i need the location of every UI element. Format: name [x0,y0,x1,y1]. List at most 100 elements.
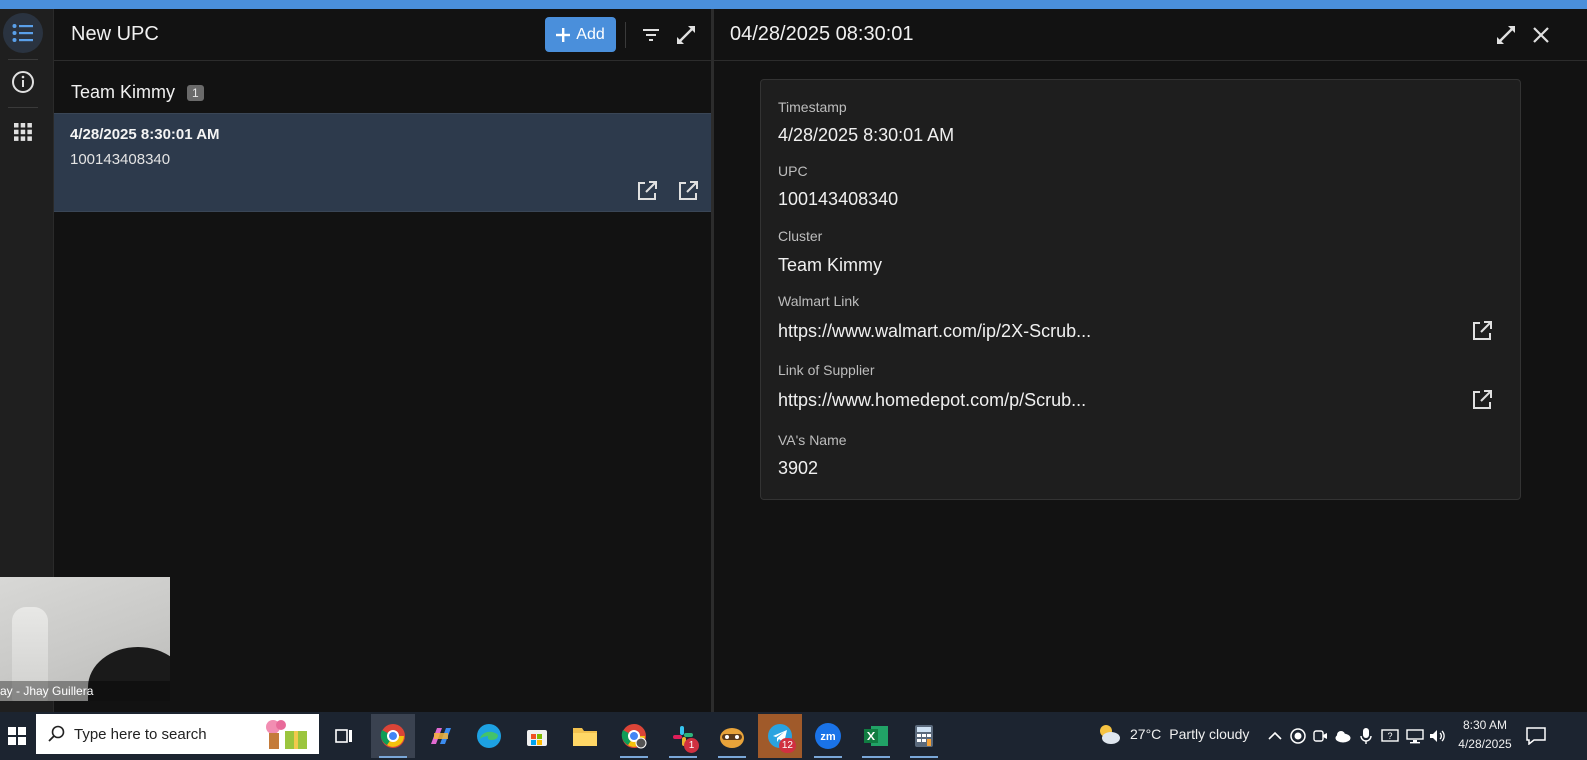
clock-time: 8:30 AM [1462,718,1508,732]
field-value-va-name: 3902 [778,458,819,478]
close-button[interactable] [1528,22,1554,48]
active-indicator [379,756,407,758]
taskbar-store[interactable] [515,714,559,758]
folder-icon [573,728,597,746]
microphone-icon [1360,728,1372,744]
taskbar-calculator[interactable] [902,714,946,758]
taskbar-zoom[interactable]: zm [806,714,850,758]
taskbar-edge[interactable] [467,714,511,758]
external-link-icon [1473,321,1492,340]
zoom-icon: zm [815,723,841,749]
taskbar-clock[interactable]: 8:30 AM 4/28/2025 [1452,716,1518,754]
item-upc: 100143408340 [70,151,171,168]
calculator-icon [915,725,933,747]
weather-description: Partly cloudy [1169,726,1250,742]
expand-icon [677,26,695,44]
webcam-preview[interactable]: ay - Jhay Guillera [0,577,170,701]
chevron-up-icon [1268,731,1282,740]
info-button[interactable] [3,62,43,102]
slack-notification-badge: 1 [684,738,699,753]
camera-icon [1313,730,1327,742]
expand-icon [1497,26,1515,44]
detail-expand-button[interactable] [1493,22,1519,48]
list-item[interactable]: 4/28/2025 8:30:01 AM 100143408340 [54,113,712,212]
hamster-app-icon [720,728,744,748]
tray-help-button[interactable]: ? [1380,726,1400,746]
item-timestamp: 4/28/2025 8:30:01 AM [70,126,220,143]
tray-cloud-button[interactable] [1333,726,1353,746]
list-view-button[interactable] [3,13,43,53]
open-walmart-link-button[interactable] [636,180,660,204]
taskbar-chrome-active[interactable] [371,714,415,758]
cloud-icon [1335,731,1351,743]
walmart-link[interactable]: https://www.walmart.com/ip/2X-Scrub... [778,321,1091,342]
apps-grid-icon [14,123,32,141]
running-indicator [718,756,746,758]
running-indicator [669,756,697,758]
window-top-accent-bar [0,0,1587,9]
taskbar-excel[interactable] [854,714,898,758]
network-icon [1406,729,1424,744]
volume-icon [1430,730,1445,742]
open-supplier-link-button[interactable] [677,180,701,204]
open-supplier-link-button[interactable] [1471,389,1495,413]
excel-icon [864,726,888,746]
chrome-profile-icon [621,724,647,749]
add-button[interactable]: Add [545,17,616,52]
supplier-link[interactable]: https://www.homedepot.com/p/Scrub... [778,390,1086,411]
taskbar-hamster-app[interactable] [710,714,754,758]
store-icon [527,730,547,746]
field-label-timestamp: Timestamp [778,99,847,115]
close-icon [1533,27,1549,43]
group-header[interactable]: Team Kimmy 1 [71,82,204,103]
taskbar-copilot[interactable] [419,714,463,758]
tray-record-button[interactable] [1288,726,1308,746]
field-label-cluster: Cluster [778,228,823,244]
external-link-icon [679,181,698,200]
taskbar-file-explorer[interactable] [563,714,607,758]
weather-temperature: 27°C [1130,726,1162,742]
start-button[interactable] [0,712,34,760]
weather-widget[interactable]: 27°C Partly cloudy [1096,722,1249,746]
task-view-button[interactable] [322,714,366,758]
open-walmart-link-button[interactable] [1471,320,1495,344]
svg-text:?: ? [1387,731,1392,741]
webcam-participant-name: ay - Jhay Guillera [0,681,170,701]
windows-taskbar: Type here to search 1 12 zm 27°C Partly … [0,712,1587,760]
tray-camera-button[interactable] [1310,726,1330,746]
running-indicator [862,756,890,758]
add-button-label: Add [576,25,605,43]
list-icon [12,24,33,42]
filter-button[interactable] [638,22,664,48]
info-icon [12,71,34,93]
filter-icon [643,29,659,41]
telegram-notification-badge: 12 [778,738,796,753]
field-label-upc: UPC [778,163,808,179]
svg-text:zm: zm [820,731,836,743]
plus-icon [556,27,571,42]
header-divider [625,22,626,48]
help-monitor-icon: ? [1381,729,1399,742]
chrome-icon [380,724,405,748]
taskbar-telegram[interactable]: 12 [758,714,802,758]
field-value-upc: 100143408340 [778,189,899,209]
running-indicator [620,756,648,758]
external-link-icon [1473,390,1492,409]
notifications-button[interactable] [1526,726,1546,746]
tray-microphone-button[interactable] [1356,726,1376,746]
tray-overflow-button[interactable] [1265,726,1285,746]
apps-grid-button[interactable] [3,112,43,152]
search-placeholder: Type here to search [74,725,207,743]
taskbar-chrome-profile[interactable] [612,714,656,758]
detail-header: 04/28/2025 08:30:01 [714,9,1587,61]
detail-card: Timestamp 4/28/2025 8:30:01 AM UPC 10014… [760,79,1521,500]
copilot-icon [431,728,451,744]
detail-panel: 04/28/2025 08:30:01 Timestamp 4/28/2025 … [714,9,1587,722]
tray-volume-button[interactable] [1428,726,1448,746]
notification-icon [1526,727,1546,745]
expand-button[interactable] [673,22,699,48]
group-count-badge: 1 [187,84,204,101]
taskbar-slack[interactable]: 1 [661,714,705,758]
tray-network-button[interactable] [1405,726,1425,746]
taskbar-search[interactable]: Type here to search [36,714,319,754]
